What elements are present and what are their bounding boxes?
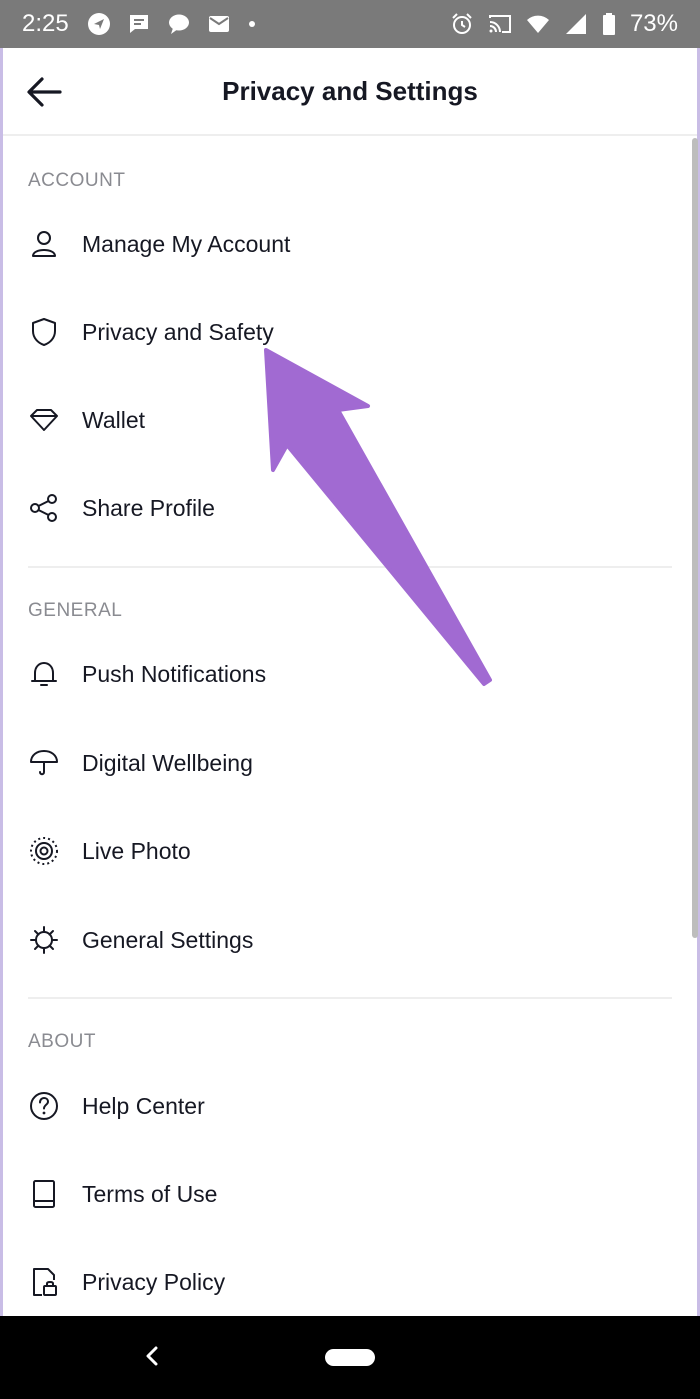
back-button[interactable] xyxy=(22,72,66,112)
section-header-general: GENERAL xyxy=(28,600,123,621)
menu-item-label: General Settings xyxy=(82,926,254,953)
scrollbar[interactable] xyxy=(692,138,698,938)
nav-back-button[interactable] xyxy=(138,1338,166,1374)
menu-item-label: Help Center xyxy=(82,1092,205,1119)
lock-document-icon xyxy=(27,1265,61,1299)
divider xyxy=(28,566,672,568)
home-pill-button[interactable] xyxy=(325,1349,375,1366)
umbrella-icon xyxy=(27,746,61,780)
menu-item-label: Manage My Account xyxy=(82,230,291,257)
menu-item-label: Privacy Policy xyxy=(82,1268,226,1295)
menu-item-label: Live Photo xyxy=(82,837,191,864)
arrow-left-icon xyxy=(27,77,62,107)
message-icon xyxy=(127,12,151,36)
bell-icon xyxy=(27,657,61,691)
chevron-left-icon xyxy=(146,1346,158,1366)
menu-item-label: Share Profile xyxy=(82,494,215,521)
menu-item-help-center[interactable]: Help Center xyxy=(0,1068,680,1144)
share-icon xyxy=(27,491,61,525)
battery-percent: 73% xyxy=(629,10,678,37)
menu-item-label: Terms of Use xyxy=(82,1180,218,1207)
menu-item-push-notifications[interactable]: Push Notifications xyxy=(0,636,680,712)
diamond-icon xyxy=(27,403,61,437)
dot-icon xyxy=(247,12,257,36)
navigation-bar xyxy=(0,1316,700,1399)
header: Privacy and Settings xyxy=(0,48,700,136)
help-icon xyxy=(27,1089,61,1123)
alarm-icon xyxy=(450,12,474,36)
menu-item-terms-of-use[interactable]: Terms of Use xyxy=(0,1156,680,1232)
signal-icon xyxy=(564,12,588,36)
battery-icon xyxy=(602,12,616,36)
book-icon xyxy=(27,1177,61,1211)
section-header-account: ACCOUNT xyxy=(28,170,126,191)
notification-icons xyxy=(87,12,257,36)
menu-item-label: Push Notifications xyxy=(82,660,267,687)
shield-icon xyxy=(27,315,61,349)
system-status: 73% xyxy=(450,10,678,38)
status-bar: 2:25 73% xyxy=(0,0,700,48)
menu-item-label: Privacy and Safety xyxy=(82,318,274,345)
status-time: 2:25 xyxy=(22,10,69,37)
page-title: Privacy and Settings xyxy=(222,75,478,106)
gear-icon xyxy=(27,923,61,957)
live-photo-icon xyxy=(27,834,61,868)
navigation-icon xyxy=(87,12,111,36)
menu-item-wallet[interactable]: Wallet xyxy=(0,382,680,458)
menu-item-manage-my-account[interactable]: Manage My Account xyxy=(0,206,680,282)
mail-icon xyxy=(207,12,231,36)
cast-icon xyxy=(488,12,512,36)
menu-item-live-photo[interactable]: Live Photo xyxy=(0,813,680,889)
divider xyxy=(28,997,672,999)
section-header-about: ABOUT xyxy=(28,1031,96,1052)
chat-icon xyxy=(167,12,191,36)
wifi-icon xyxy=(526,12,550,36)
menu-item-label: Digital Wellbeing xyxy=(82,749,253,776)
menu-item-general-settings[interactable]: General Settings xyxy=(0,902,680,978)
menu-item-share-profile[interactable]: Share Profile xyxy=(0,470,680,546)
menu-item-privacy-and-safety[interactable]: Privacy and Safety xyxy=(0,294,680,370)
menu-item-digital-wellbeing[interactable]: Digital Wellbeing xyxy=(0,725,680,801)
phone-screen: 2:25 73% Privacy and Settings ACCOUNT Ma… xyxy=(0,0,700,1399)
menu-item-privacy-policy[interactable]: Privacy Policy xyxy=(0,1244,680,1316)
menu-item-label: Wallet xyxy=(82,406,146,433)
settings-list: ACCOUNT Manage My Account Privacy and Sa… xyxy=(0,138,700,1316)
person-icon xyxy=(27,227,61,261)
